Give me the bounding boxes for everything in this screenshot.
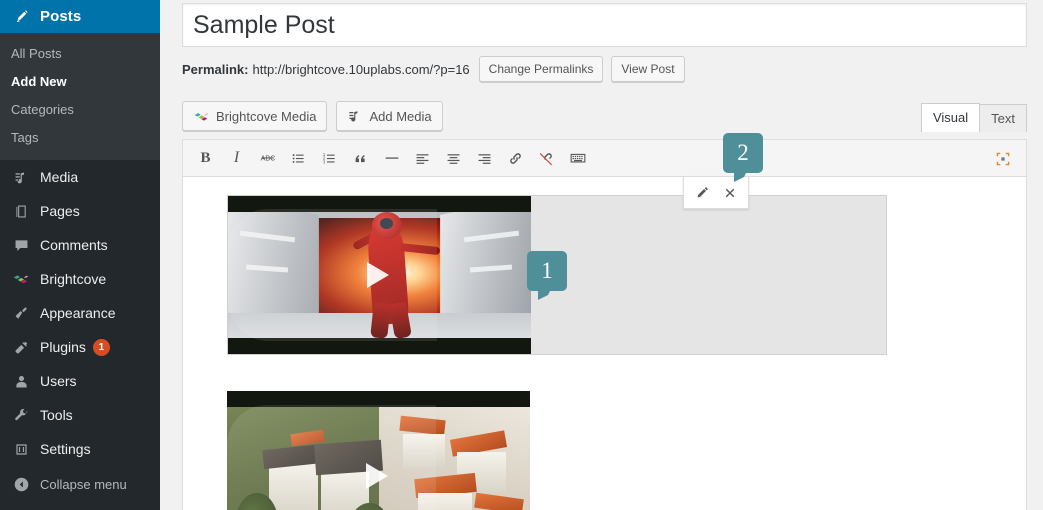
horizontal-rule-button[interactable]: [376, 144, 407, 173]
blockquote-button[interactable]: [345, 144, 376, 173]
sidebar-item-pages-label: Pages: [40, 203, 80, 219]
admin-sidebar: Posts All Posts Add New Categories Tags …: [0, 0, 168, 510]
tab-text[interactable]: Text: [979, 104, 1027, 132]
brightcove-media-button-label: Brightcove Media: [216, 108, 317, 124]
bulleted-list-button[interactable]: [283, 144, 314, 173]
post-title-value: Sample Post: [193, 10, 335, 39]
change-permalinks-button[interactable]: Change Permalinks: [478, 56, 604, 82]
sidebar-item-brightcove-label: Brightcove: [40, 271, 107, 287]
distraction-free-writing-button[interactable]: [987, 144, 1018, 173]
keyboard-shortcuts-button[interactable]: [562, 144, 593, 173]
sidebar-item-settings-label: Settings: [40, 441, 91, 457]
video-thumbnail-2[interactable]: [227, 391, 530, 510]
add-media-button-label: Add Media: [369, 108, 432, 124]
permalink-row: Permalink: http://brightcove.10uplabs.co…: [182, 56, 1027, 82]
plugins-icon: [11, 337, 31, 357]
callout-marker-2: 2: [723, 133, 763, 182]
sidebar-item-comments[interactable]: Comments: [0, 228, 160, 262]
submenu-item-tags[interactable]: Tags: [0, 124, 160, 152]
sidebar-item-appearance-label: Appearance: [40, 305, 116, 321]
plugins-update-badge: 1: [92, 338, 110, 356]
editor-toolbar: B I ABC 123: [183, 140, 1026, 177]
sidebar-item-tools[interactable]: Tools: [0, 398, 160, 432]
align-center-button[interactable]: [438, 144, 469, 173]
users-icon: [11, 371, 31, 391]
sidebar-item-plugins-label: Plugins: [40, 339, 86, 355]
editor-mode-tabs: Visual Text: [920, 103, 1027, 132]
brightcove-media-button[interactable]: Brightcove Media: [182, 101, 328, 131]
post-title-input[interactable]: Sample Post: [182, 3, 1027, 47]
appearance-icon: [11, 303, 31, 323]
editor-content-area[interactable]: [183, 177, 1026, 510]
pin-icon: [11, 7, 31, 27]
sidebar-item-users-label: Users: [40, 373, 77, 389]
sidebar-item-plugins[interactable]: Plugins 1: [0, 330, 160, 364]
submenu-item-add-new[interactable]: Add New: [0, 68, 160, 96]
submenu-item-categories[interactable]: Categories: [0, 96, 160, 124]
pages-icon: [11, 201, 31, 221]
media-icon: [11, 167, 31, 187]
wordpress-post-editor-screen: Posts All Posts Add New Categories Tags …: [0, 0, 1043, 510]
sidebar-item-media-label: Media: [40, 169, 79, 185]
thumbnail-hover-overlay: [228, 208, 438, 342]
callout-marker-1: 1: [527, 251, 567, 300]
submenu-item-all-posts[interactable]: All Posts: [0, 40, 160, 68]
collapse-arrow-icon: [11, 474, 31, 494]
add-media-icon: [347, 108, 363, 124]
sidebar-item-posts[interactable]: Posts: [0, 0, 168, 33]
post-editor-main: Sample Post Permalink: http://brightcove…: [160, 0, 1043, 510]
sidebar-item-posts-label: Posts: [40, 8, 82, 25]
numbered-list-button[interactable]: 123: [314, 144, 345, 173]
align-left-button[interactable]: [407, 144, 438, 173]
permalink-label: Permalink:: [182, 61, 249, 77]
sidebar-item-comments-label: Comments: [40, 237, 108, 253]
play-button-2[interactable]: [365, 463, 388, 489]
comments-icon: [11, 235, 31, 255]
play-button-1[interactable]: [366, 262, 389, 288]
add-media-button[interactable]: Add Media: [336, 101, 443, 131]
brightcove-icon: [11, 269, 31, 289]
align-right-button[interactable]: [469, 144, 500, 173]
sidebar-item-settings[interactable]: Settings: [0, 432, 160, 466]
svg-text:3: 3: [323, 159, 326, 164]
insert-link-button[interactable]: [500, 144, 531, 173]
media-buttons-row: Brightcove Media Add Media Visual Text: [182, 101, 1027, 132]
sidebar-item-brightcove[interactable]: Brightcove: [0, 262, 160, 296]
remove-link-button[interactable]: [531, 144, 562, 173]
sidebar-item-tools-label: Tools: [40, 407, 73, 423]
sidebar-item-pages[interactable]: Pages: [0, 194, 160, 228]
tools-icon: [11, 405, 31, 425]
posts-submenu: All Posts Add New Categories Tags: [0, 33, 160, 160]
remove-embed-button[interactable]: [716, 179, 744, 206]
tab-visual[interactable]: Visual: [920, 103, 981, 132]
view-post-button[interactable]: View Post: [611, 56, 685, 82]
brightcove-icon: [193, 108, 210, 125]
video-thumbnail-1[interactable]: [228, 196, 531, 354]
sidebar-item-users[interactable]: Users: [0, 364, 160, 398]
settings-icon: [11, 439, 31, 459]
editor-container: B I ABC 123: [182, 139, 1027, 510]
permalink-url[interactable]: http://brightcove.10uplabs.com/?p=16: [252, 62, 469, 77]
sidebar-item-appearance[interactable]: Appearance: [0, 296, 160, 330]
thumbnail-hover-overlay: [227, 404, 437, 510]
italic-button[interactable]: I: [221, 144, 252, 173]
collapse-menu-label: Collapse menu: [40, 476, 127, 492]
sidebar-item-media[interactable]: Media: [0, 160, 160, 194]
strikethrough-button[interactable]: ABC: [252, 144, 283, 173]
bold-button[interactable]: B: [190, 144, 221, 173]
collapse-menu-button[interactable]: Collapse menu: [0, 468, 160, 500]
edit-embed-button[interactable]: [688, 179, 716, 206]
